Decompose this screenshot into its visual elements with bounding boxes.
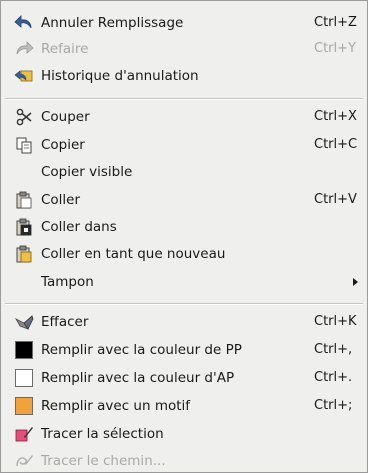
menu-item-copy[interactable]: Copier Ctrl+C [1, 131, 367, 158]
fg-color-swatch-icon [13, 339, 35, 361]
menu-item-clear[interactable]: Effacer Ctrl+K [1, 308, 367, 335]
menu-label: Annuler Remplissage [41, 14, 184, 31]
menu-label: Effacer [41, 313, 89, 330]
redo-arrow-icon [13, 38, 35, 60]
undo-history-icon [13, 65, 35, 87]
menu-shortcut: Ctrl+, [314, 342, 353, 357]
submenu-arrow-icon [353, 278, 358, 286]
menu-label: Tampon [41, 273, 94, 290]
menu-item-fill-bg[interactable]: Remplir avec la couleur d'AP Ctrl+. [1, 364, 367, 391]
menu-label: Coller dans [41, 218, 117, 235]
menu-item-buffer[interactable]: Tampon [1, 268, 367, 295]
menu-item-fill-fg[interactable]: Remplir avec la couleur de PP Ctrl+, [1, 336, 367, 363]
menu-shortcut: Ctrl+V [314, 192, 357, 207]
menu-label: Copier visible [41, 163, 133, 180]
menu-item-undo-history[interactable]: Historique d'annulation [1, 62, 367, 89]
menu-separator [5, 303, 363, 305]
menu-shortcut: Ctrl+. [314, 370, 353, 385]
menu-shortcut: Ctrl+Y [314, 41, 356, 56]
paste-as-new-icon [13, 243, 35, 265]
menu-item-stroke-selection[interactable]: Tracer la sélection [1, 420, 367, 447]
menu-separator [5, 98, 363, 100]
stroke-path-icon [13, 450, 35, 472]
eraser-icon [13, 311, 35, 333]
pattern-swatch-icon [13, 395, 35, 417]
menu-label: Couper [41, 108, 90, 125]
menu-item-paste-as-new[interactable]: Coller en tant que nouveau [1, 240, 367, 267]
menu-label: Coller en tant que nouveau [41, 245, 226, 262]
menu-item-paste[interactable]: Coller Ctrl+V [1, 186, 367, 213]
menu-item-copy-visible[interactable]: Copier visible [1, 158, 367, 185]
copy-icon [13, 134, 35, 156]
menu-shortcut: Ctrl+Z [314, 15, 357, 30]
menu-label: Historique d'annulation [41, 67, 199, 84]
fg-swatch [15, 340, 33, 359]
menu-shortcut: Ctrl+C [314, 137, 358, 152]
menu-shortcut: Ctrl+; [314, 398, 353, 413]
menu-shortcut: Ctrl+X [314, 109, 357, 124]
bg-swatch [15, 368, 33, 387]
edit-menu: Annuler Remplissage Ctrl+Z Refaire Ctrl+… [0, 0, 368, 473]
stroke-selection-icon [13, 423, 35, 445]
menu-shortcut: Ctrl+K [314, 314, 357, 329]
menu-item-stroke-path[interactable]: Tracer le chemin... [1, 447, 367, 474]
undo-arrow-icon [13, 12, 35, 34]
menu-item-redo[interactable]: Refaire Ctrl+Y [1, 35, 367, 62]
scissors-icon [13, 106, 35, 128]
menu-label: Tracer la sélection [41, 425, 164, 442]
menu-label: Copier [41, 136, 85, 153]
menu-label: Remplir avec un motif [41, 397, 191, 414]
menu-label: Refaire [41, 40, 89, 57]
menu-item-paste-into[interactable]: Coller dans [1, 213, 367, 240]
menu-label: Remplir avec la couleur de PP [41, 341, 242, 358]
menu-label: Remplir avec la couleur d'AP [41, 369, 235, 386]
paste-into-icon [13, 216, 35, 238]
menu-label: Coller [41, 191, 81, 208]
menu-label: Tracer le chemin... [41, 452, 166, 469]
paste-clipboard-icon [13, 189, 35, 211]
pattern-swatch [15, 396, 33, 415]
menu-item-undo[interactable]: Annuler Remplissage Ctrl+Z [1, 9, 367, 36]
menu-item-fill-pattern[interactable]: Remplir avec un motif Ctrl+; [1, 392, 367, 419]
bg-color-swatch-icon [13, 367, 35, 389]
menu-item-cut[interactable]: Couper Ctrl+X [1, 103, 367, 130]
